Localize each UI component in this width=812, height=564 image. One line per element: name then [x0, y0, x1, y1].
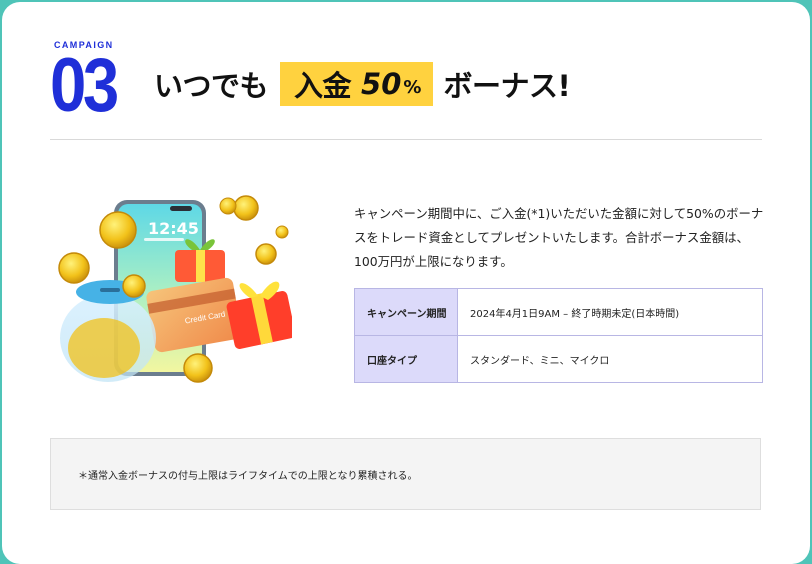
title-suffix: ボーナス! — [443, 69, 571, 103]
campaign-description: キャンペーン期間中に、ご入金(*1)いただいた金額に対して50%のボーナスをトレ… — [354, 206, 764, 269]
title-highlight-number: 50 — [361, 67, 402, 101]
table-row-label: 口座タイプ — [354, 335, 458, 383]
campaign-card: CAMPAIGN 03 いつでも 入金 50 % ボーナス! 12:45 Cre… — [2, 2, 810, 564]
note-box: ＊通常入金ボーナスの付与上限はライフタイムでの上限となり累積される。 — [50, 438, 761, 510]
gift-icon — [226, 281, 296, 349]
title-highlight-text: 入金 — [294, 69, 352, 103]
title-highlight: 入金 50 % — [280, 62, 434, 106]
campaign-title: いつでも 入金 50 % ボーナス! — [154, 62, 571, 106]
table-row: 口座タイプ スタンダード、ミニ、マイクロ — [354, 335, 763, 383]
header-divider — [50, 139, 762, 140]
table-row-value: 2024年4月1日9AM – 終了時期未定(日本時間) — [457, 288, 763, 336]
table-row-label: キャンペーン期間 — [354, 288, 458, 336]
table-row-value: スタンダード、ミニ、マイクロ — [457, 335, 763, 383]
note-text: ＊通常入金ボーナスの付与上限はライフタイムでの上限となり累積される。 — [78, 471, 418, 482]
title-highlight-unit: % — [403, 76, 422, 98]
campaign-info-table: キャンペーン期間 2024年4月1日9AM – 終了時期未定(日本時間) 口座タ… — [354, 288, 763, 383]
campaign-number: 03 — [50, 43, 119, 128]
table-row: キャンペーン期間 2024年4月1日9AM – 終了時期未定(日本時間) — [354, 288, 763, 336]
coin-jar-icon — [60, 280, 156, 382]
phone-time: 12:45 — [148, 219, 199, 238]
title-prefix: いつでも — [154, 69, 269, 103]
bonus-illustration: 12:45 Credit Card — [52, 188, 296, 388]
